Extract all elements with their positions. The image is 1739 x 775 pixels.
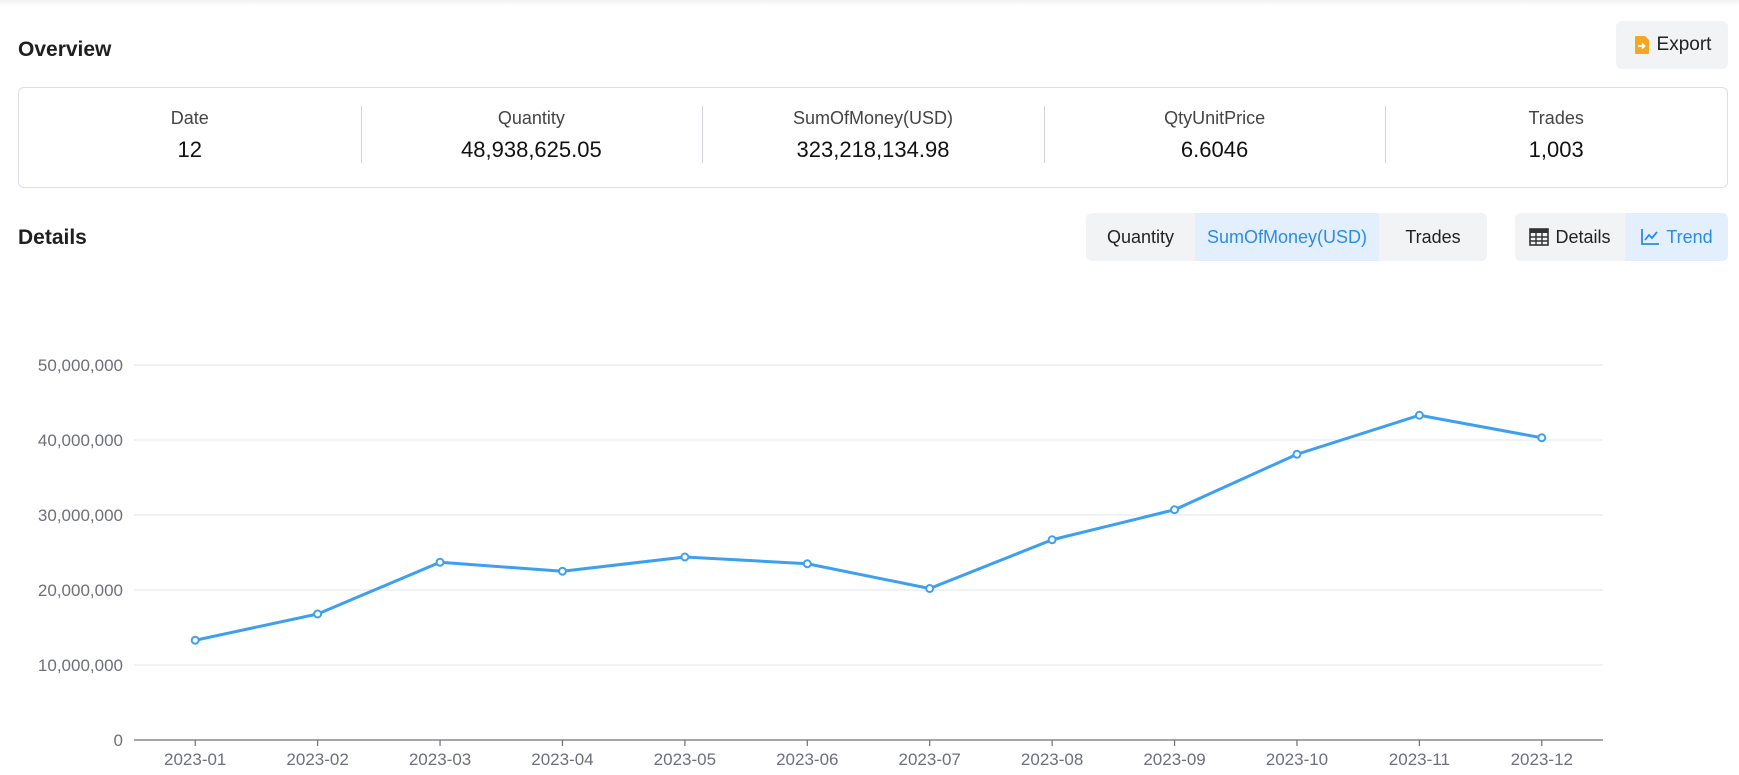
overview-title: Overview [18, 38, 112, 61]
data-point [802, 559, 812, 569]
top-shadow [0, 0, 1739, 6]
stat-value: 48,938,625.05 [461, 137, 602, 162]
x-tick-label: 2023-12 [1511, 750, 1573, 769]
stat-label: SumOfMoney(USD) [792, 108, 953, 128]
stat-label: Date [170, 108, 209, 128]
tab-details-label: Details [1555, 226, 1611, 247]
data-point [1414, 410, 1424, 420]
data-point [313, 609, 323, 619]
stat-label: Trades [1528, 108, 1584, 128]
data-point [1170, 505, 1180, 515]
tab-trades[interactable]: Trades [1379, 213, 1487, 261]
y-axis: 0 10,000,000 20,000,000 30,000,000 40,000,00… [38, 356, 123, 750]
stat-label: Quantity [497, 108, 565, 128]
details-title: Details [18, 226, 87, 249]
line-chart-icon [1640, 228, 1660, 246]
data-point [680, 552, 690, 562]
stat-value: 1,003 [1528, 137, 1584, 162]
y-tick-label: 0 [114, 731, 123, 750]
x-tick-label: 2023-05 [654, 750, 716, 769]
data-point [1047, 535, 1057, 545]
tab-trend[interactable]: Trend [1625, 213, 1728, 261]
y-tick-label: 30,000,000 [38, 506, 123, 525]
data-point [435, 557, 445, 567]
stat-label: QtyUnitPrice [1164, 108, 1266, 128]
tab-quantity[interactable]: Quantity [1086, 213, 1195, 261]
x-tick-label: 2023-10 [1266, 750, 1328, 769]
data-point [557, 566, 567, 576]
export-button[interactable]: Export [1616, 21, 1728, 69]
x-axis: 2023-01 2023-02 2023-03 2023-04 2023-05 2023-… [134, 739, 1603, 769]
x-tick-label: 2023-11 [1389, 750, 1450, 769]
x-tick-label: 2023-02 [286, 750, 348, 769]
tab-trend-label: Trend [1666, 226, 1713, 247]
stat-quantity: Quantity 48,938,625.05 [360, 88, 703, 187]
export-label: Export [1656, 34, 1712, 55]
table-icon [1529, 228, 1550, 246]
tab-sum-of-money[interactable]: SumOfMoney(USD) [1195, 213, 1379, 261]
metric-tabs: Quantity SumOfMoney(USD) Trades [1086, 213, 1487, 261]
export-icon [1633, 35, 1651, 55]
x-tick-label: 2023-01 [164, 750, 226, 769]
overview-stats-panel: Date 12 Quantity 48,938,625.05 SumOfMone… [18, 87, 1728, 188]
stat-qty-unit-price: QtyUnitPrice 6.6046 [1043, 88, 1386, 187]
stat-value: 6.6046 [1180, 137, 1249, 162]
stat-value: 323,218,134.98 [796, 137, 950, 162]
x-tick-label: 2023-07 [899, 750, 961, 769]
stat-date: Date 12 [19, 88, 361, 187]
trend-line-chart: 0 10,000,000 20,000,000 30,000,000 40,000,00… [38, 356, 1603, 769]
view-tabs: Details Trend [1515, 213, 1728, 261]
chart-grid [134, 364, 1603, 666]
chart-series [190, 410, 1547, 645]
y-tick-label: 20,000,000 [38, 581, 123, 600]
series-line [194, 413, 1543, 642]
stat-trades: Trades 1,003 [1385, 88, 1727, 187]
x-tick-label: 2023-06 [776, 750, 838, 769]
data-point [925, 584, 935, 593]
x-tick-label: 2023-08 [1021, 750, 1083, 769]
x-tick-label: 2023-03 [409, 750, 471, 769]
y-tick-label: 50,000,000 [38, 356, 123, 375]
stat-sum-of-money: SumOfMoney(USD) 323,218,134.98 [702, 88, 1044, 187]
stat-value: 12 [177, 137, 203, 162]
x-tick-label: 2023-04 [531, 750, 593, 769]
tab-details[interactable]: Details [1515, 213, 1625, 261]
x-tick-label: 2023-09 [1143, 750, 1205, 769]
y-tick-label: 40,000,000 [38, 431, 123, 450]
data-point [190, 635, 200, 645]
data-point [1537, 433, 1547, 443]
y-tick-label: 10,000,000 [38, 656, 123, 675]
data-point [1292, 449, 1302, 459]
